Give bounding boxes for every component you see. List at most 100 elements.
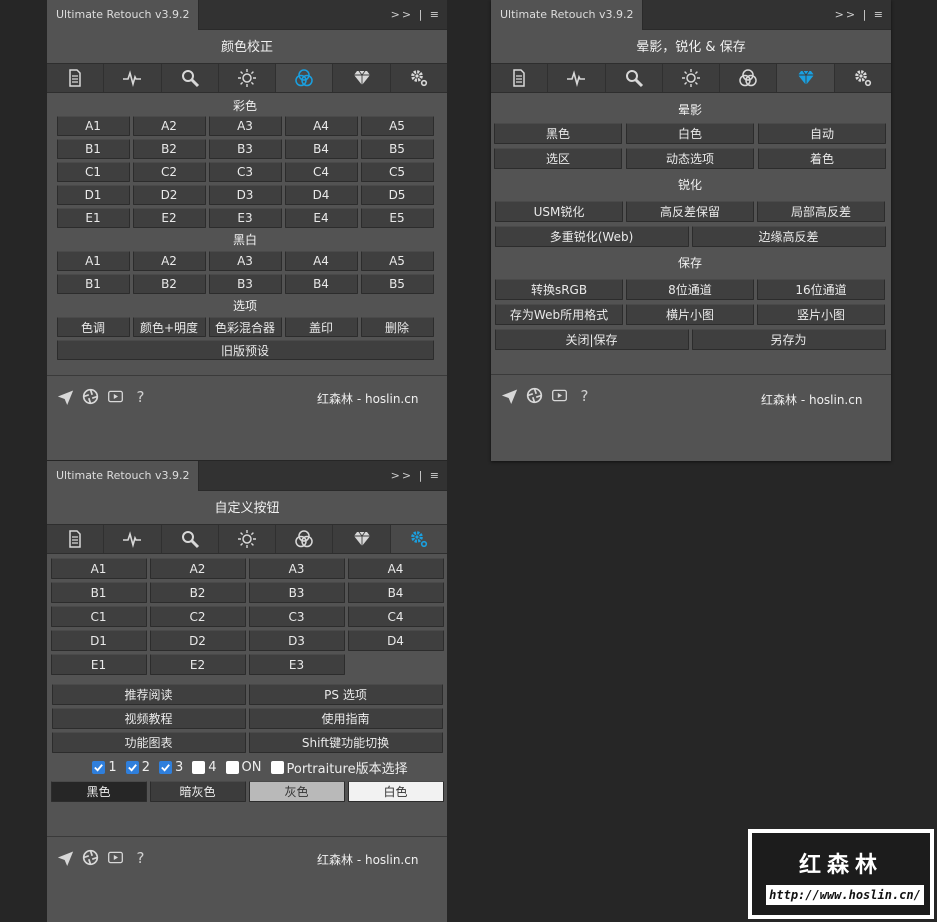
link-button[interactable]: 推荐阅读 [51, 684, 246, 705]
tab-color-circles[interactable] [276, 525, 334, 553]
custom-button[interactable]: E1 [50, 654, 147, 675]
video-icon[interactable] [107, 849, 124, 866]
checkbox-4[interactable] [192, 760, 206, 774]
custom-button[interactable]: C4 [347, 606, 444, 627]
color-preset-button[interactable]: D2 [132, 185, 206, 205]
save-button[interactable]: 存为Web所用格式 [495, 304, 623, 325]
help-icon[interactable]: ? [132, 388, 149, 406]
custom-button[interactable]: D2 [149, 630, 246, 651]
custom-button[interactable]: B2 [149, 582, 246, 603]
tab-waveform[interactable] [548, 64, 606, 92]
custom-button[interactable]: A1 [50, 558, 147, 579]
bw-preset-button[interactable]: B5 [360, 274, 434, 294]
custom-button[interactable]: A2 [149, 558, 246, 579]
save-button[interactable]: 竖片小图 [757, 304, 885, 325]
tab-diamond[interactable] [777, 64, 835, 92]
checkbox-6[interactable] [270, 760, 284, 774]
color-preset-button[interactable]: A4 [284, 116, 358, 136]
color-preset-button[interactable]: E3 [208, 208, 282, 228]
tab-color-circles[interactable] [720, 64, 778, 92]
checkbox-2[interactable] [125, 760, 139, 774]
custom-button[interactable]: D4 [347, 630, 444, 651]
tab-color-circles[interactable] [276, 64, 334, 92]
panel-tab[interactable]: Ultimate Retouch v3.9.2 [47, 461, 200, 491]
video-icon[interactable] [107, 388, 124, 405]
color-preset-button[interactable]: C5 [360, 162, 434, 182]
background-color-button[interactable]: 黑色 [50, 781, 147, 802]
option-button[interactable]: 色彩混合器 [208, 317, 282, 337]
color-preset-button[interactable]: A2 [132, 116, 206, 136]
checkbox-1[interactable] [92, 760, 106, 774]
aperture-icon[interactable] [82, 388, 99, 405]
custom-button[interactable]: B4 [347, 582, 444, 603]
custom-button[interactable]: A3 [248, 558, 345, 579]
color-preset-button[interactable]: B2 [132, 139, 206, 159]
aperture-icon[interactable] [526, 387, 543, 404]
background-color-button[interactable]: 暗灰色 [149, 781, 246, 802]
link-button[interactable]: PS 选项 [248, 684, 443, 705]
panel-menu-controls[interactable]: >> | ≡ [835, 0, 885, 30]
custom-button[interactable]: C3 [248, 606, 345, 627]
color-preset-button[interactable]: A5 [360, 116, 434, 136]
credit-text[interactable]: 红森林 - hoslin.cn [317, 851, 418, 868]
option-button[interactable]: 色调 [56, 317, 130, 337]
vignette-button[interactable]: 白色 [626, 123, 754, 144]
airplane-icon[interactable] [57, 388, 74, 405]
bw-preset-button[interactable]: A3 [208, 251, 282, 271]
color-preset-button[interactable]: A1 [56, 116, 130, 136]
tab-gear[interactable] [391, 64, 447, 92]
color-preset-button[interactable]: D5 [360, 185, 434, 205]
sharpen-button[interactable]: USM锐化 [495, 201, 623, 222]
save-button[interactable]: 8位通道 [626, 279, 754, 300]
custom-button[interactable]: B1 [50, 582, 147, 603]
sharpen-button[interactable]: 局部高反差 [757, 201, 885, 222]
link-button[interactable]: 功能图表 [51, 732, 246, 753]
panel-tab[interactable]: Ultimate Retouch v3.9.2 [47, 0, 200, 30]
tab-gear[interactable] [835, 64, 891, 92]
color-preset-button[interactable]: E4 [284, 208, 358, 228]
option-button[interactable]: 删除 [360, 317, 434, 337]
sharpen-button[interactable]: 高反差保留 [626, 201, 754, 222]
color-preset-button[interactable]: D4 [284, 185, 358, 205]
color-preset-button[interactable]: D3 [208, 185, 282, 205]
save-button[interactable]: 16位通道 [757, 279, 885, 300]
bw-preset-button[interactable]: B1 [56, 274, 130, 294]
sharpen-button[interactable]: 多重锐化(Web) [494, 226, 689, 247]
vignette-button[interactable]: 动态选项 [626, 148, 754, 169]
color-preset-button[interactable]: B5 [360, 139, 434, 159]
panel-menu-controls[interactable]: >> | ≡ [391, 461, 441, 491]
bw-preset-button[interactable]: B3 [208, 274, 282, 294]
custom-button[interactable]: E2 [149, 654, 246, 675]
bw-preset-button[interactable]: A4 [284, 251, 358, 271]
color-preset-button[interactable]: C4 [284, 162, 358, 182]
panel-tab[interactable]: Ultimate Retouch v3.9.2 [491, 0, 644, 30]
tab-magnifier[interactable] [162, 64, 219, 92]
aperture-icon[interactable] [82, 849, 99, 866]
color-preset-button[interactable]: E1 [56, 208, 130, 228]
help-icon[interactable]: ? [576, 387, 593, 405]
tab-diamond[interactable] [333, 525, 391, 553]
tab-waveform[interactable] [104, 525, 162, 553]
color-preset-button[interactable]: E5 [360, 208, 434, 228]
tab-document[interactable] [47, 64, 105, 92]
link-button[interactable]: 使用指南 [248, 708, 443, 729]
legacy-presets-button[interactable]: 旧版预设 [56, 340, 434, 360]
tab-document[interactable] [47, 525, 105, 553]
video-icon[interactable] [551, 387, 568, 404]
color-preset-button[interactable]: C1 [56, 162, 130, 182]
option-button[interactable]: 盖印 [284, 317, 358, 337]
vignette-button[interactable]: 自动 [758, 123, 886, 144]
tab-magnifier[interactable] [162, 525, 219, 553]
custom-button[interactable]: C2 [149, 606, 246, 627]
panel-menu-controls[interactable]: >> | ≡ [391, 0, 441, 30]
custom-button[interactable]: D1 [50, 630, 147, 651]
custom-button[interactable]: A4 [347, 558, 444, 579]
color-preset-button[interactable]: A3 [208, 116, 282, 136]
save-button[interactable]: 横片小图 [626, 304, 754, 325]
background-color-button[interactable]: 白色 [347, 781, 444, 802]
color-preset-button[interactable]: B1 [56, 139, 130, 159]
save-button[interactable]: 转换sRGB [495, 279, 623, 300]
save-button[interactable]: 关闭|保存 [494, 329, 689, 350]
airplane-icon[interactable] [501, 387, 518, 404]
tab-sun[interactable] [663, 64, 721, 92]
